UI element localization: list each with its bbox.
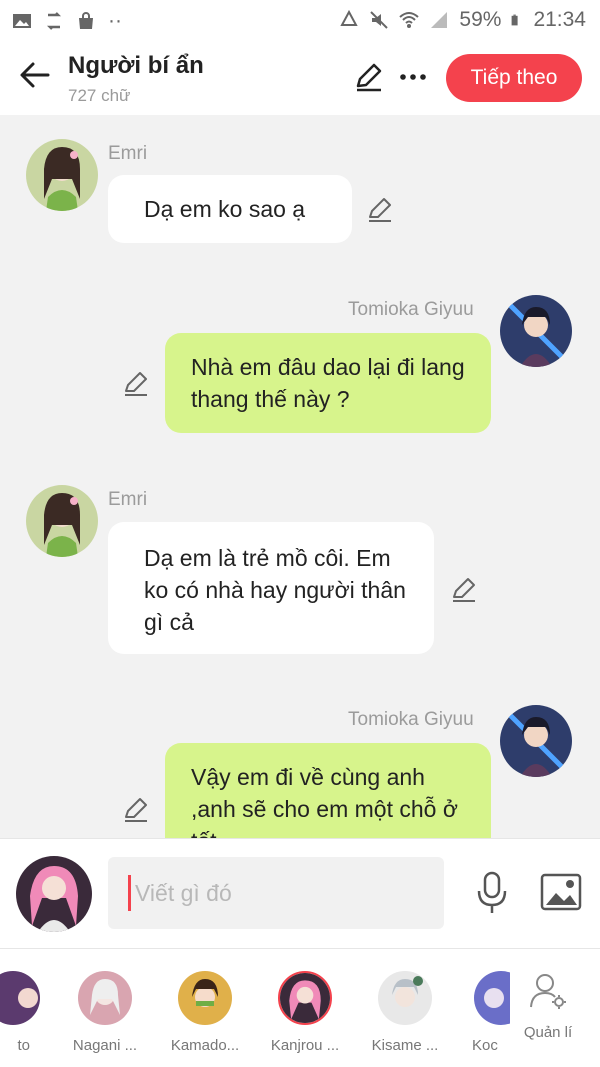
shopping-bag-icon xyxy=(79,12,93,29)
edit-message-pencil-icon[interactable] xyxy=(366,195,394,223)
sender-name: Emri xyxy=(108,489,148,510)
word-count: 727 chữ xyxy=(68,86,131,105)
character-item-selected[interactable]: Kanjrou ... xyxy=(270,971,340,1054)
microphone-icon[interactable] xyxy=(474,871,510,915)
back-arrow-icon[interactable] xyxy=(18,58,52,92)
input-placeholder: Viết gì đó xyxy=(135,879,232,906)
next-button[interactable]: Tiếp theo xyxy=(446,54,582,102)
avatar-tomioka[interactable] xyxy=(500,705,572,777)
avatar-emri[interactable] xyxy=(26,485,98,557)
edit-message-pencil-icon[interactable] xyxy=(122,369,150,397)
character-name: Koc xyxy=(472,1037,498,1054)
avatar-tomioka[interactable] xyxy=(500,295,572,367)
battery-icon xyxy=(512,14,519,26)
message-text: Vậy em đi về cùng anh ,anh sẽ cho em một… xyxy=(191,764,458,838)
edit-pencil-icon[interactable] xyxy=(354,62,384,92)
more-notifications-icon: ·· xyxy=(108,9,122,32)
character-item[interactable]: Kisame ... xyxy=(370,971,440,1054)
gallery-icon xyxy=(13,14,31,28)
message-text: Dạ em là trẻ mồ côi. Em ko có nhà hay ng… xyxy=(144,545,406,635)
message-bubble[interactable]: Dạ em là trẻ mồ côi. Em ko có nhà hay ng… xyxy=(108,522,434,654)
character-name: Nagani ... xyxy=(72,1037,138,1054)
character-avatar xyxy=(474,971,510,1025)
character-item[interactable]: Nagani ... xyxy=(70,971,140,1054)
mute-icon xyxy=(370,11,389,29)
message-bubble[interactable]: Dạ em ko sao ạ xyxy=(108,175,352,243)
message-text: Dạ em ko sao ạ xyxy=(144,196,306,222)
page-title: Người bí ẩn xyxy=(68,52,204,79)
character-avatar xyxy=(278,971,332,1025)
recycle-icon xyxy=(340,10,359,26)
character-name: Kisame ... xyxy=(371,1037,439,1054)
character-item[interactable]: Kamado... xyxy=(170,971,240,1054)
message-bubble[interactable]: Nhà em đâu dao lại đi lang thang thế này… xyxy=(165,333,491,433)
manage-button[interactable]: Quản lí xyxy=(518,971,578,1041)
character-avatar xyxy=(378,971,432,1025)
character-avatar xyxy=(178,971,232,1025)
edit-message-pencil-icon[interactable] xyxy=(122,795,150,823)
avatar-emri[interactable] xyxy=(26,139,98,211)
message-bubble[interactable]: Vậy em đi về cùng anh ,anh sẽ cho em một… xyxy=(165,743,491,838)
clock: 21:34 xyxy=(533,8,586,31)
character-name: to xyxy=(17,1037,30,1054)
character-avatar xyxy=(0,971,40,1025)
more-options-icon[interactable] xyxy=(398,64,428,90)
composer: Viết gì đó xyxy=(0,838,600,948)
manage-label: Quản lí xyxy=(523,1024,573,1041)
text-caret xyxy=(128,875,131,911)
character-item[interactable]: Koc xyxy=(456,971,510,1054)
character-name: Kamado... xyxy=(170,1037,240,1054)
chat-area[interactable]: Emri Dạ em ko sao ạ Tomioka Giyuu Nhà em… xyxy=(0,115,600,838)
sender-name: Tomioka Giyuu xyxy=(348,709,474,730)
header: Người bí ẩn 727 chữ Tiếp theo xyxy=(0,40,600,115)
user-settings-icon xyxy=(530,974,566,1009)
message-text: Nhà em đâu dao lại đi lang thang thế này… xyxy=(191,354,465,412)
status-bar: ·· 59% 21:34 xyxy=(0,0,600,40)
message-input[interactable]: Viết gì đó xyxy=(108,857,444,929)
character-name: Kanjrou ... xyxy=(270,1037,340,1054)
wifi-icon xyxy=(399,12,420,28)
character-avatar xyxy=(78,971,132,1025)
signal-icon xyxy=(431,12,448,28)
current-character-avatar[interactable] xyxy=(16,856,92,932)
edit-message-pencil-icon[interactable] xyxy=(450,575,478,603)
sender-name: Emri xyxy=(108,143,148,164)
transfer-icon xyxy=(46,12,62,30)
image-icon[interactable] xyxy=(540,873,582,911)
character-item[interactable]: to xyxy=(0,971,48,1054)
battery-percent: 59% xyxy=(459,8,502,31)
sender-name: Tomioka Giyuu xyxy=(348,299,474,320)
character-bar: to Nagani ... Kamado... Kanjrou ... Kisa… xyxy=(0,948,600,1067)
